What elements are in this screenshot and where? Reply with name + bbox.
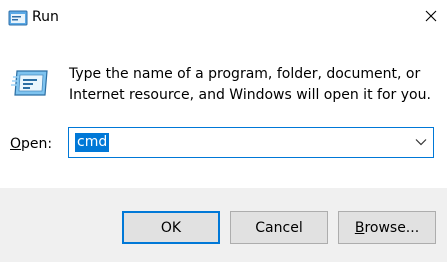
open-input-value[interactable]: cmd xyxy=(75,133,110,152)
close-button[interactable] xyxy=(415,0,447,32)
open-label-text: pen: xyxy=(21,136,53,152)
browse-accelerator: B xyxy=(354,219,365,236)
title-bar[interactable]: Run xyxy=(0,0,447,37)
cancel-button[interactable]: Cancel xyxy=(230,211,328,244)
browse-label: rowse... xyxy=(364,219,420,236)
browse-button[interactable]: Browse... xyxy=(338,211,436,244)
open-label: Open: xyxy=(10,135,52,153)
chevron-down-icon[interactable] xyxy=(415,138,427,146)
close-icon xyxy=(425,10,437,22)
button-bar: OK Cancel Browse... xyxy=(0,188,447,262)
run-dialog-icon xyxy=(8,10,28,26)
ok-button[interactable]: OK xyxy=(122,211,220,244)
run-program-icon xyxy=(11,70,48,96)
open-combobox[interactable]: cmd xyxy=(68,127,434,158)
open-label-accelerator: O xyxy=(10,136,22,152)
run-description: Type the name of a program, folder, docu… xyxy=(69,66,431,103)
window-title: Run xyxy=(32,9,59,25)
